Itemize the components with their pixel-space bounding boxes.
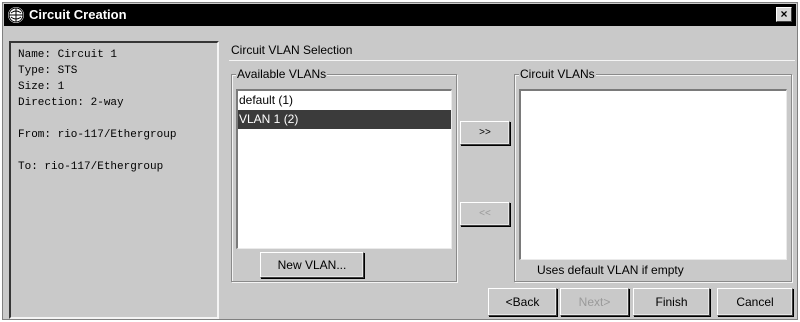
close-button[interactable]: × xyxy=(776,7,792,22)
section-title: Circuit VLAN Selection xyxy=(231,43,353,57)
available-vlans-list[interactable]: default (1) VLAN 1 (2) xyxy=(236,89,452,249)
info-to-line: To: rio-117/Ethergroup xyxy=(18,161,164,173)
section-divider xyxy=(229,60,795,61)
window-title: Circuit Creation xyxy=(29,7,127,22)
circuit-creation-dialog: Circuit Creation × Name: Circuit 1 Type:… xyxy=(2,2,798,320)
info-size-line: Size: 1 xyxy=(18,81,65,93)
add-vlan-button[interactable]: >> xyxy=(460,121,510,145)
circuit-vlans-label: Circuit VLANs xyxy=(519,67,596,81)
info-type-line: Type: STS xyxy=(18,65,78,77)
close-icon: × xyxy=(780,7,788,21)
app-icon xyxy=(8,7,24,23)
back-button[interactable]: <Back xyxy=(488,288,557,316)
info-direction-line: Direction: 2-way xyxy=(18,97,124,109)
circuit-vlans-group: Circuit VLANs Uses default VLAN if empty xyxy=(514,67,792,282)
empty-vlan-hint: Uses default VLAN if empty xyxy=(537,263,684,277)
circuit-vlans-list[interactable] xyxy=(519,89,787,260)
remove-vlan-button[interactable]: << xyxy=(460,202,510,226)
title-bar: Circuit Creation × xyxy=(4,4,796,26)
vlan-item-default[interactable]: default (1) xyxy=(238,91,451,110)
cancel-button[interactable]: Cancel xyxy=(717,288,793,316)
circuit-info-panel: Name: Circuit 1 Type: STS Size: 1 Direct… xyxy=(9,41,219,319)
finish-button[interactable]: Finish xyxy=(633,288,710,316)
vlan-item-vlan1[interactable]: VLAN 1 (2) xyxy=(238,110,451,129)
available-vlans-label: Available VLANs xyxy=(236,67,328,81)
new-vlan-button[interactable]: New VLAN... xyxy=(260,252,364,278)
info-from-line: From: rio-117/Ethergroup xyxy=(18,129,177,141)
info-name-line: Name: Circuit 1 xyxy=(18,49,118,61)
next-button[interactable]: Next> xyxy=(560,288,629,316)
available-vlans-group: Available VLANs default (1) VLAN 1 (2) N… xyxy=(231,67,457,282)
